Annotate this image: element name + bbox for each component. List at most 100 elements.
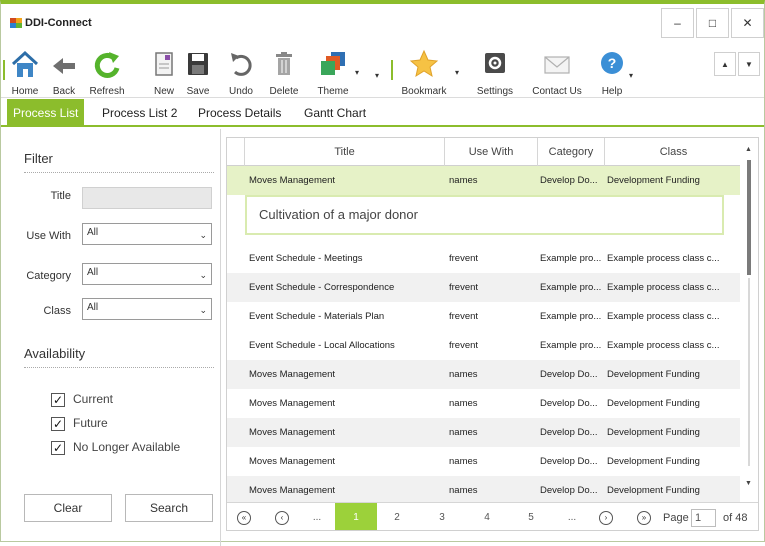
table-row[interactable]: Event Schedule - Meetings frevent Exampl… (227, 244, 742, 273)
search-button[interactable]: Search (125, 494, 213, 522)
table-row[interactable]: Event Schedule - Materials Plan frevent … (227, 302, 742, 331)
scrollbar-track[interactable] (748, 278, 750, 466)
clear-button[interactable]: Clear (24, 494, 112, 522)
future-checkbox[interactable]: ✓ (51, 417, 65, 431)
title-input[interactable] (82, 187, 212, 209)
class-value: All (87, 302, 99, 313)
tab-process-list-2[interactable]: Process List 2 (96, 99, 183, 127)
undo-button[interactable]: Undo (226, 44, 256, 98)
column-header-class[interactable]: Class (605, 138, 742, 166)
use-with-select[interactable]: All ⌄ (82, 223, 212, 245)
column-header-title[interactable]: Title (245, 138, 445, 166)
table-row[interactable]: Moves Management names Develop Do... Dev… (227, 360, 742, 389)
grid-vertical-scrollbar[interactable]: ▲ ▼ (740, 138, 758, 530)
last-page-icon[interactable]: » (637, 511, 651, 525)
theme-button[interactable]: Theme (313, 44, 353, 98)
page-label: Page (663, 512, 689, 524)
table-row[interactable]: Event Schedule - Correspondence frevent … (227, 273, 742, 302)
cell-use-with: names (449, 427, 478, 438)
cell-class: Development Funding (607, 175, 700, 186)
cell-category: Example pro... (540, 340, 602, 351)
category-select[interactable]: All ⌄ (82, 263, 212, 285)
new-button[interactable]: New (149, 44, 179, 98)
theme-dropdown-caret[interactable]: ▾ (355, 68, 359, 77)
page-button-2[interactable]: 2 (385, 503, 409, 530)
help-button[interactable]: ? Help (597, 44, 627, 98)
column-header-category[interactable]: Category (538, 138, 605, 166)
tab-gantt-chart[interactable]: Gantt Chart (298, 99, 372, 127)
maximize-button[interactable]: □ (696, 8, 729, 38)
bookmark-button[interactable]: Bookmark (397, 44, 451, 98)
cell-use-with: frevent (449, 282, 479, 293)
table-row[interactable]: Moves Management names Develop Do... Dev… (227, 166, 742, 195)
delete-button[interactable]: Delete (265, 44, 303, 98)
class-select[interactable]: All ⌄ (82, 298, 212, 320)
cell-class: Example process class c... (607, 340, 720, 351)
previous-page-icon[interactable]: ‹ (275, 511, 289, 525)
next-page-icon[interactable]: › (599, 511, 613, 525)
quick-access-caret[interactable]: ▾ (375, 71, 379, 80)
category-label: Category (26, 270, 71, 282)
settings-button[interactable]: Settings (473, 44, 517, 98)
bookmark-dropdown-caret[interactable]: ▾ (455, 68, 459, 77)
table-row[interactable]: Event Schedule - Local Allocations freve… (227, 331, 742, 360)
page-button-5[interactable]: 5 (519, 503, 543, 530)
minimize-button[interactable]: – (661, 8, 694, 38)
contact-us-button[interactable]: Contact Us (529, 44, 585, 98)
back-button[interactable]: Back (47, 44, 81, 98)
page-number-input[interactable]: 1 (691, 509, 716, 527)
cell-category: Example pro... (540, 311, 602, 322)
filter-heading: Filter (24, 151, 53, 166)
undo-label: Undo (229, 86, 253, 97)
cell-class: Development Funding (607, 427, 700, 438)
cell-title: Moves Management (249, 398, 336, 409)
row-detail-description: Cultivation of a major donor (245, 195, 724, 235)
cell-title: Moves Management (249, 456, 336, 467)
scrollbar-thumb[interactable] (747, 160, 751, 275)
page-button-3[interactable]: 3 (430, 503, 454, 530)
pager-ellipsis-left[interactable]: ... (305, 503, 329, 530)
page-button-1[interactable]: 1 (335, 503, 377, 530)
scroll-down-icon[interactable]: ▼ (745, 480, 752, 487)
table-row[interactable]: Moves Management names Develop Do... Dev… (227, 389, 742, 418)
save-button[interactable]: Save (183, 44, 213, 98)
refresh-button[interactable]: Refresh (85, 44, 129, 98)
app-window: DDI-Connect – □ ✕ Home Back Refresh New … (0, 0, 765, 546)
cell-category: Develop Do... (540, 369, 598, 380)
title-label: Title (50, 190, 71, 202)
table-row[interactable]: Moves Management names Develop Do... Dev… (227, 447, 742, 476)
first-page-icon[interactable]: « (237, 511, 251, 525)
cell-use-with: names (449, 369, 478, 380)
title-bar: DDI-Connect – □ ✕ (1, 4, 764, 42)
table-row[interactable]: Moves Management names Develop Do... Dev… (227, 418, 742, 447)
pager-ellipsis-right[interactable]: ... (560, 503, 584, 530)
ribbon-separator (3, 59, 5, 80)
cell-title: Event Schedule - Meetings (249, 253, 363, 264)
tab-process-details[interactable]: Process Details (192, 99, 287, 127)
ribbon-scroll-down-button[interactable]: ▼ (738, 52, 760, 76)
cell-category: Example pro... (540, 253, 602, 264)
table-row[interactable]: Moves Management names Develop Do... Dev… (227, 476, 742, 505)
envelope-icon (544, 56, 570, 74)
class-label: Class (43, 305, 71, 317)
no-longer-available-checkbox-label: No Longer Available (73, 440, 181, 454)
cell-category: Develop Do... (540, 175, 598, 186)
ribbon-scroll-up-button[interactable]: ▲ (714, 52, 736, 76)
current-checkbox-label: Current (73, 392, 114, 406)
star-icon (409, 49, 439, 78)
tab-bar: Process List Process List 2 Process Deta… (1, 99, 764, 127)
current-checkbox[interactable]: ✓ (51, 393, 65, 407)
row-selector-header (227, 138, 245, 166)
scroll-up-icon[interactable]: ▲ (745, 146, 752, 153)
new-label: New (153, 86, 174, 97)
column-header-use-with[interactable]: Use With (445, 138, 538, 166)
cell-category: Develop Do... (540, 398, 598, 409)
home-button[interactable]: Home (7, 44, 43, 98)
close-button[interactable]: ✕ (731, 8, 764, 38)
no-longer-available-checkbox[interactable]: ✓ (51, 441, 65, 455)
tab-process-list[interactable]: Process List (7, 99, 85, 127)
bookmark-label: Bookmark (401, 86, 447, 97)
page-button-4[interactable]: 4 (475, 503, 499, 530)
ribbon-toolbar: Home Back Refresh New Save Undo Delete T… (1, 42, 764, 98)
help-dropdown-caret[interactable]: ▾ (629, 71, 633, 80)
